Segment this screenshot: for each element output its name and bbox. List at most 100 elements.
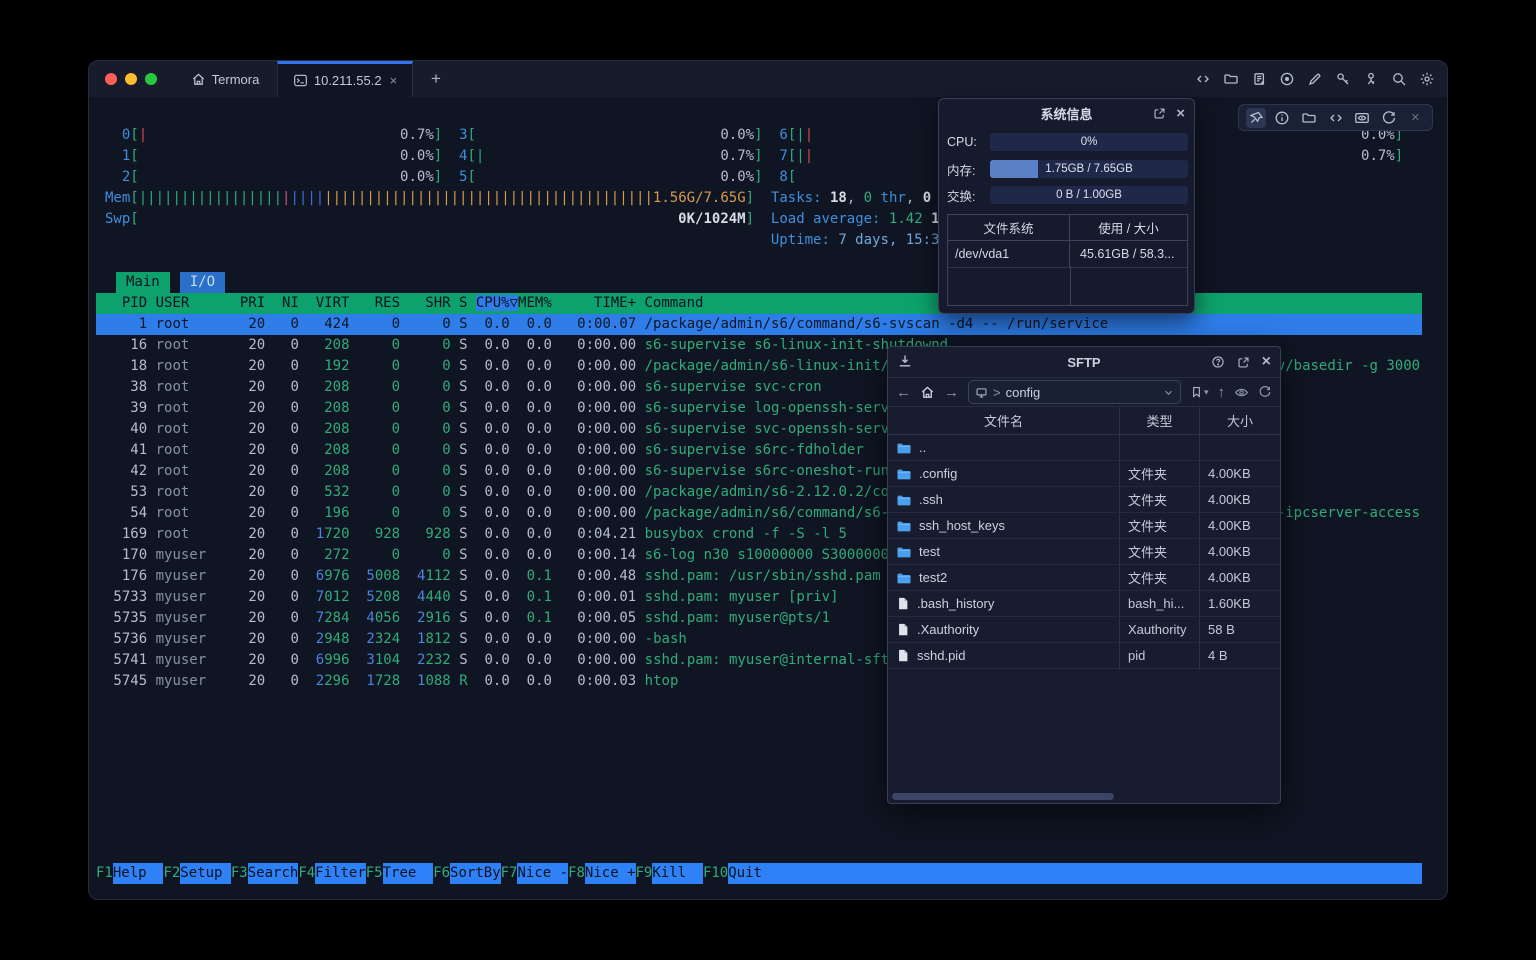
refresh-icon[interactable] (1258, 385, 1272, 399)
close-icon[interactable]: × (1405, 108, 1425, 128)
minimize-window-button[interactable] (125, 73, 137, 85)
fkey-f3[interactable]: F3 (231, 863, 248, 884)
sftp-toolbar: ← → > config ▾ (888, 378, 1280, 407)
file-row[interactable]: ssh_host_keys文件夹4.00KB (888, 513, 1280, 539)
key-icon[interactable] (1334, 71, 1351, 88)
htop-function-key-bar: F1Help F2Setup F3SearchF4FilterF5Tree F6… (96, 863, 1422, 884)
file-row[interactable]: .ssh文件夹4.00KB (888, 487, 1280, 513)
fs-row[interactable]: /dev/vda1 45.61GB / 58.3... (948, 241, 1187, 268)
htop-tab-io[interactable]: I/O (180, 272, 225, 293)
download-icon[interactable] (897, 353, 913, 369)
app-window: Termora 10.211.55.2 × + 0[| 0.7%] 3[ 0. (88, 60, 1448, 900)
pin-icon[interactable] (1246, 108, 1266, 128)
preview-icon[interactable] (1352, 108, 1372, 128)
path-breadcrumb[interactable]: > config (968, 380, 1181, 404)
new-tab-button[interactable]: + (421, 61, 451, 97)
fkey-f2[interactable]: F2 (163, 863, 180, 884)
close-window-button[interactable] (105, 73, 117, 85)
fkey-label-f1[interactable]: Help (113, 863, 164, 884)
fkey-label-f3[interactable]: Search (248, 863, 299, 884)
fkey-f6[interactable]: F6 (433, 863, 450, 884)
folder-icon (896, 466, 912, 482)
file-type: 文件夹 (1120, 565, 1200, 590)
sftp-file-list: ...config文件夹4.00KB.ssh文件夹4.00KBssh_host_… (888, 435, 1280, 669)
column-type[interactable]: 类型 (1120, 407, 1200, 434)
fs-header-usage: 使用 / 大小 (1070, 215, 1187, 240)
horizontal-scrollbar[interactable] (892, 793, 1114, 800)
fkey-label-f4[interactable]: Filter (315, 863, 366, 884)
close-icon[interactable]: × (1176, 105, 1185, 122)
notes-icon[interactable] (1250, 71, 1267, 88)
home-icon[interactable] (920, 385, 935, 400)
code-icon[interactable] (1194, 71, 1211, 88)
htop-column-header[interactable]: PID USER PRI NI VIRT RES SHR S CPU%▽MEM%… (96, 293, 1422, 314)
open-in-window-icon[interactable] (1153, 107, 1166, 120)
upload-icon[interactable]: ↑ (1218, 385, 1226, 400)
tab-session-active[interactable]: 10.211.55.2 × (277, 61, 413, 97)
file-size (1200, 435, 1280, 460)
fkey-label-f2[interactable]: Setup (180, 863, 231, 884)
file-row[interactable]: test2文件夹4.00KB (888, 565, 1280, 591)
search-icon[interactable] (1390, 71, 1407, 88)
file-size: 4 B (1200, 643, 1280, 668)
file-row[interactable]: test文件夹4.00KB (888, 539, 1280, 565)
file-type: Xauthority (1120, 617, 1200, 642)
close-tab-icon[interactable]: × (390, 73, 398, 88)
fkey-f10[interactable]: F10 (703, 863, 728, 884)
htop-sort-column[interactable]: CPU%▽ (476, 295, 518, 311)
open-in-window-icon[interactable] (1237, 356, 1250, 369)
file-row[interactable]: .. (888, 435, 1280, 461)
folder-icon[interactable] (1222, 71, 1239, 88)
tab-termora-home[interactable]: Termora (173, 61, 277, 97)
breadcrumb-separator: > (993, 385, 1001, 400)
memory-usage-row: 内存: 1.75GB / 7.65GB (947, 160, 1188, 178)
chevron-down-icon[interactable] (1163, 387, 1174, 398)
file-row[interactable]: sshd.pidpid4 B (888, 643, 1280, 669)
help-icon[interactable] (1211, 355, 1225, 369)
home-icon (191, 72, 206, 87)
file-type: pid (1120, 643, 1200, 668)
fkey-label-f6[interactable]: SortBy (450, 863, 501, 884)
info-icon[interactable] (1272, 108, 1292, 128)
file-row[interactable]: .XauthorityXauthority58 B (888, 617, 1280, 643)
htop-tab-main[interactable]: Main (116, 272, 170, 293)
sftp-title: SFTP (1067, 355, 1100, 370)
fkey-label-f9[interactable]: Kill (652, 863, 703, 884)
folder-icon[interactable] (1299, 108, 1319, 128)
file-name: .config (919, 466, 957, 481)
bookmark-dropdown-icon[interactable]: ▾ (1204, 387, 1209, 398)
fs-name: /dev/vda1 (948, 241, 1070, 267)
back-icon[interactable]: ← (896, 385, 911, 400)
fkey-label-f7[interactable]: Nice - (517, 863, 568, 884)
system-info-panel: 系统信息 × CPU: 0% 内存: 1.75GB / 7.65GB 交换: 0… (938, 98, 1195, 314)
fkey-f5[interactable]: F5 (366, 863, 383, 884)
fkey-f8[interactable]: F8 (568, 863, 585, 884)
fkey-f9[interactable]: F9 (636, 863, 653, 884)
forward-icon[interactable]: → (944, 385, 959, 400)
bookmark-button[interactable]: ▾ (1190, 385, 1209, 399)
fkey-label-f5[interactable]: Tree (383, 863, 434, 884)
fkey-f7[interactable]: F7 (501, 863, 518, 884)
traffic-lights (105, 73, 157, 85)
pencil-icon[interactable] (1306, 71, 1323, 88)
sort-direction-icon: ▽ (510, 295, 518, 311)
close-icon[interactable]: × (1262, 353, 1271, 371)
fkey-f1[interactable]: F1 (96, 863, 113, 884)
file-row[interactable]: .bash_historybash_hi...1.60KB (888, 591, 1280, 617)
column-filename[interactable]: 文件名 (888, 407, 1120, 434)
refresh-icon[interactable] (1379, 108, 1399, 128)
column-size[interactable]: 大小 (1200, 407, 1280, 434)
fkey-label-f10[interactable]: Quit (728, 863, 779, 884)
process-row[interactable]: 1 root 20 0 424 0 0 S 0.0 0.0 0:00.07 /p… (96, 314, 1422, 335)
keychain-icon[interactable] (1362, 71, 1379, 88)
terminal-line: Mem[||||||||||||||||||||||||||||||||||||… (105, 188, 1066, 209)
settings-icon[interactable] (1418, 71, 1435, 88)
eye-icon[interactable] (1234, 385, 1249, 400)
sftp-table-header: 文件名 类型 大小 (888, 407, 1280, 435)
fkey-label-f8[interactable]: Nice + (585, 863, 636, 884)
file-row[interactable]: .config文件夹4.00KB (888, 461, 1280, 487)
maximize-window-button[interactable] (145, 73, 157, 85)
code-icon[interactable] (1326, 108, 1346, 128)
record-icon[interactable] (1278, 71, 1295, 88)
fkey-f4[interactable]: F4 (298, 863, 315, 884)
